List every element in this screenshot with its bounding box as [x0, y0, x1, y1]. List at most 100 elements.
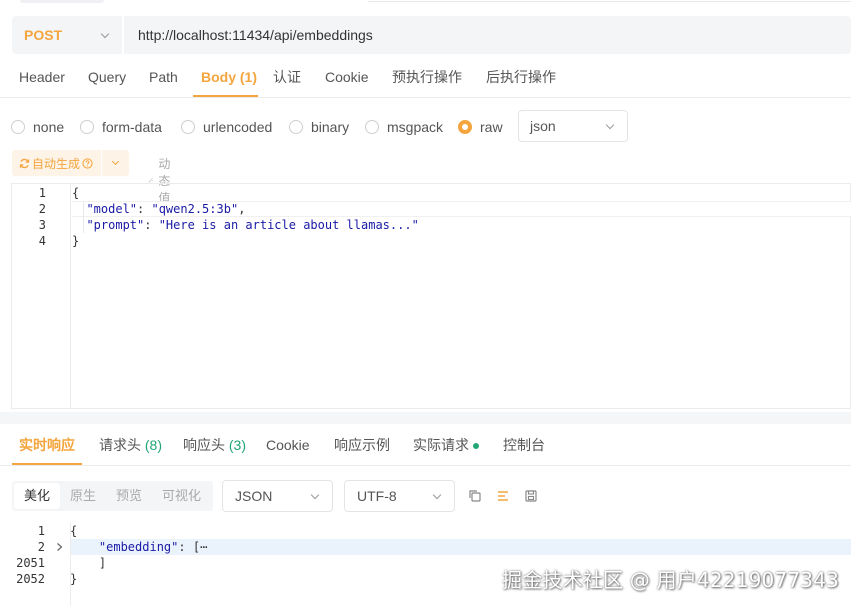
- response-format-select[interactable]: JSON: [222, 480, 333, 512]
- code-line: {: [72, 185, 79, 201]
- code-text: : [: [178, 540, 201, 554]
- auto-generate-button[interactable]: 自动生成: [12, 155, 101, 172]
- tab-cookie[interactable]: Cookie: [325, 60, 369, 98]
- tab-path[interactable]: Path: [149, 60, 178, 98]
- copy-icon[interactable]: [467, 488, 483, 504]
- tab-label: 请求头: [99, 437, 141, 453]
- tab-query[interactable]: Query: [88, 60, 126, 98]
- auto-generate-dropdown[interactable]: [102, 150, 129, 176]
- radio-label: binary: [311, 119, 350, 135]
- tab-body[interactable]: Body (1): [201, 60, 257, 98]
- body-format-value: json: [530, 118, 556, 134]
- body-type-selector: none form-data urlencoded binary msgpack…: [0, 110, 851, 144]
- radio-urlencoded[interactable]: urlencoded: [181, 119, 272, 135]
- status-dot-icon: [473, 443, 479, 450]
- tab-label: Cookie: [266, 437, 310, 453]
- request-body-editor[interactable]: 1 2 3 4 { "model": "qwen2.5:3b", "prompt…: [11, 183, 851, 409]
- help-circle-icon: [82, 157, 93, 169]
- line-number: 2051: [16, 556, 45, 570]
- chevron-down-icon: [432, 490, 442, 499]
- code-text: {: [70, 524, 78, 538]
- tab-auth[interactable]: 认证: [273, 60, 301, 98]
- line-number: 3: [38, 218, 46, 232]
- tab-post-script[interactable]: 后执行操作: [486, 60, 556, 98]
- tab-label: 实际请求: [413, 437, 469, 453]
- tab-label: Header: [19, 69, 65, 85]
- line-number: 2: [38, 202, 46, 216]
- response-encoding-value: UTF-8: [357, 488, 397, 504]
- line-number: 2: [37, 540, 45, 554]
- radio-none[interactable]: none: [11, 119, 64, 135]
- view-mode-raw[interactable]: 原生: [60, 483, 106, 509]
- tab-pre-script[interactable]: 预执行操作: [392, 60, 462, 98]
- chevron-down-icon: [100, 29, 110, 38]
- radio-circle-icon: [181, 120, 195, 134]
- tab-count: (8): [144, 437, 163, 453]
- tab-response-headers[interactable]: 响应头 (3): [183, 428, 246, 466]
- json-string: "Here is an article about llamas...": [158, 218, 419, 232]
- code-line: ]: [70, 555, 106, 571]
- tab-console[interactable]: 控制台: [503, 428, 545, 466]
- view-mode-switch: 美化 原生 预览 可视化: [12, 481, 214, 511]
- code-text: }: [70, 572, 78, 586]
- code-line: "prompt": "Here is an article about llam…: [86, 218, 419, 232]
- view-mode-preview[interactable]: 预览: [106, 483, 152, 509]
- code-line: }: [70, 571, 77, 587]
- tab-actual-request[interactable]: 实际请求: [413, 428, 479, 466]
- json-key: "prompt": [86, 218, 145, 232]
- fold-ellipsis-icon[interactable]: ⋯: [200, 540, 207, 554]
- tab-label: 控制台: [503, 437, 545, 453]
- view-mode-pretty[interactable]: 美化: [14, 483, 61, 509]
- save-icon[interactable]: [523, 488, 539, 504]
- chevron-down-icon: [310, 490, 320, 499]
- watermark: 掘金技术社区 @ 用户42219077343: [502, 568, 840, 592]
- auto-generate-label: 自动生成: [32, 156, 81, 171]
- radio-msgpack[interactable]: msgpack: [365, 119, 443, 135]
- view-mode-visualize[interactable]: 可视化: [152, 483, 211, 509]
- radio-label: none: [33, 119, 65, 135]
- method-label: POST: [24, 27, 63, 43]
- radio-circle-icon: [365, 120, 379, 134]
- radio-raw[interactable]: raw: [458, 119, 503, 135]
- code-line: "embedding": [⋯: [70, 539, 207, 555]
- url-input[interactable]: http://localhost:11434/api/embeddings: [124, 27, 373, 43]
- top-divider: [368, 1, 851, 2]
- line-number: 2052: [16, 572, 45, 586]
- code-line: "model": "qwen2.5:3b",: [86, 202, 246, 216]
- radio-circle-icon: [289, 120, 303, 134]
- body-format-select[interactable]: json: [518, 110, 628, 142]
- method-select[interactable]: POST: [12, 16, 124, 54]
- tab-label: Cookie: [325, 69, 369, 85]
- response-encoding-select[interactable]: UTF-8: [344, 480, 455, 512]
- chevron-right-icon[interactable]: [55, 542, 64, 552]
- top-edge: [0, 0, 851, 3]
- tab-label: Query: [88, 69, 127, 85]
- json-string: "qwen2.5:3b": [151, 202, 239, 216]
- response-format-value: JSON: [235, 488, 273, 504]
- tab-count: (3): [228, 437, 247, 453]
- json-key: "embedding": [98, 540, 179, 554]
- radio-form-data[interactable]: form-data: [80, 119, 162, 135]
- active-tab-underline: [12, 463, 82, 465]
- tab-label: 实时响应: [19, 437, 75, 453]
- code-text: {: [72, 186, 80, 200]
- tab-response-example[interactable]: 响应示例: [334, 428, 390, 466]
- format-lines-icon[interactable]: [495, 488, 511, 504]
- active-tab-underline: [193, 95, 258, 97]
- tab-label: 预执行操作: [392, 69, 462, 85]
- radio-label: raw: [480, 119, 503, 135]
- tab-count: (1): [239, 69, 258, 85]
- radio-checked-icon: [458, 120, 472, 134]
- radio-binary[interactable]: binary: [289, 119, 349, 135]
- refresh-icon: [19, 158, 30, 168]
- tab-response-cookie[interactable]: Cookie: [266, 428, 310, 466]
- tab-request-headers[interactable]: 请求头 (8): [99, 428, 162, 466]
- auto-generate-button-group: 自动生成: [12, 150, 129, 176]
- tab-label: 后执行操作: [486, 69, 556, 85]
- code-text: ]: [98, 556, 107, 570]
- radio-circle-icon: [11, 120, 25, 134]
- tab-header[interactable]: Header: [19, 60, 65, 98]
- tab-live-response[interactable]: 实时响应: [19, 428, 75, 466]
- radio-label: form-data: [102, 119, 162, 135]
- line-number: 1: [38, 186, 46, 200]
